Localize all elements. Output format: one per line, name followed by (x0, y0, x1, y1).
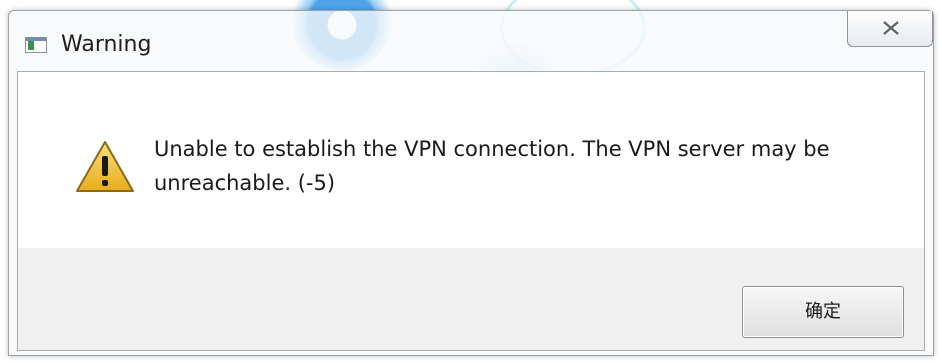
close-button[interactable] (847, 11, 933, 47)
warning-dialog: Warning Unable to establish the VPN conn… (8, 10, 934, 356)
button-area: 确定 (18, 248, 924, 350)
dialog-content: Unable to establish the VPN connection. … (17, 71, 925, 351)
close-icon (883, 21, 899, 35)
desktop-stage: Warning Unable to establish the VPN conn… (0, 0, 942, 363)
warning-icon (76, 141, 134, 192)
app-window-icon (25, 37, 47, 53)
ok-button[interactable]: 确定 (742, 286, 904, 338)
dialog-title: Warning (61, 32, 152, 57)
dialog-titlebar[interactable]: Warning (9, 11, 933, 71)
message-area: Unable to establish the VPN connection. … (18, 72, 924, 248)
message-text: Unable to establish the VPN connection. … (154, 137, 830, 195)
